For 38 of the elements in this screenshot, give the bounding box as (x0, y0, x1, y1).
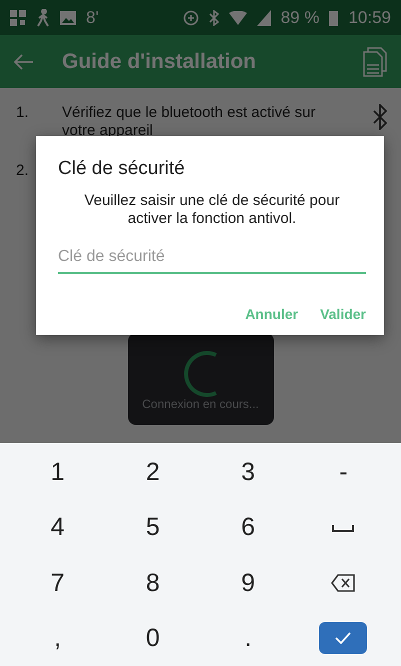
step-number: 2. (16, 162, 26, 179)
keyboard-key[interactable]: 0 (132, 618, 174, 659)
app-title: Guide d'installation (62, 50, 258, 74)
status-text: 8' (86, 8, 99, 28)
image-icon (60, 10, 76, 24)
wifi-icon (228, 10, 247, 24)
data-saver-icon (182, 10, 199, 26)
step-text: Vérifiez que le bluetooth est activé sur votre appareil (62, 104, 316, 140)
keyboard-key[interactable]: 9 (227, 562, 270, 604)
documents-icon (363, 46, 387, 76)
keyboard-key[interactable]: - (325, 452, 362, 494)
bluetooth-icon (373, 104, 387, 130)
keyboard-key[interactable]: 4 (36, 507, 79, 548)
enter-key[interactable] (319, 622, 368, 654)
clock: 10:59 (348, 8, 391, 28)
keyboard-key[interactable]: 6 (227, 507, 270, 548)
spinner-icon (184, 351, 218, 397)
keyboard-key[interactable]: 2 (132, 452, 174, 494)
keyboard-key[interactable]: 3 (227, 452, 270, 494)
keyboard-key[interactable]: , (40, 618, 76, 659)
dialog-message: Veuillez saisir une clé de sécurité pour activer la fonction antivol. (83, 192, 341, 228)
walking-person-icon (36, 8, 50, 26)
keyboard-key[interactable]: . (230, 618, 266, 659)
keyboard-key[interactable]: 5 (132, 507, 174, 548)
keyboard-key[interactable]: 8 (132, 562, 174, 604)
dialog-title: Clé de sécurité (58, 158, 186, 180)
bluetooth-icon (208, 10, 219, 26)
backspace-icon (331, 574, 356, 592)
battery-percent: 89 % (280, 8, 320, 28)
back-arrow-icon (14, 54, 34, 70)
signal-icon (256, 10, 271, 26)
space-icon (332, 524, 354, 532)
qr-code-icon (10, 10, 26, 26)
battery-icon (329, 10, 338, 26)
keyboard-key[interactable]: 1 (36, 452, 79, 494)
step-number: 1. (16, 104, 26, 121)
keyboard-key[interactable]: 7 (36, 562, 79, 604)
check-icon (335, 632, 352, 644)
